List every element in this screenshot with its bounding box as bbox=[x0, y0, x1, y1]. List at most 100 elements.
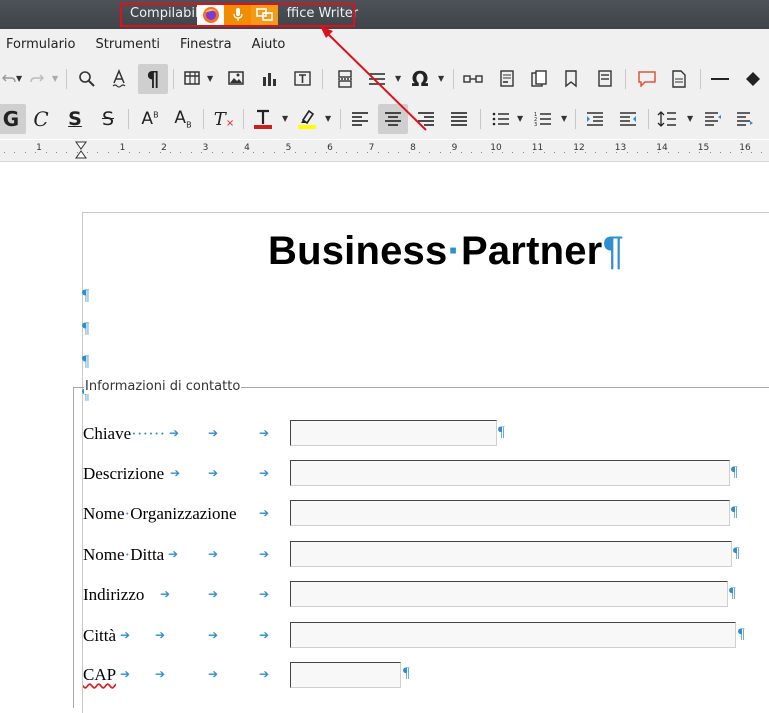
font-color-dropdown-icon[interactable]: ▼ bbox=[282, 114, 288, 123]
citta-input[interactable] bbox=[290, 622, 736, 648]
ruler-tick bbox=[170, 152, 171, 153]
ruler-tick bbox=[232, 152, 233, 153]
formatting-toolbar: G C S S AB AB T × ▼ ▼ ▼ 123 ▼ ▼ bbox=[0, 99, 769, 139]
toolbar-separator bbox=[575, 109, 576, 129]
field-label-indirizzo: Indirizzo bbox=[83, 585, 145, 604]
field-label-chiave: Chiave······ bbox=[83, 424, 166, 443]
title-space-mark: · bbox=[447, 229, 461, 273]
tab-mark: ➔ bbox=[208, 547, 219, 561]
ruler-tick bbox=[284, 152, 285, 153]
insert-field-dropdown-icon[interactable]: ▼ bbox=[395, 74, 401, 83]
insert-comment-icon[interactable] bbox=[632, 64, 662, 94]
field-label-cap: CAP bbox=[83, 665, 117, 684]
tab-mark: ➔ bbox=[259, 466, 270, 480]
decrease-indent-icon[interactable] bbox=[613, 104, 643, 134]
ruler-number: 3 bbox=[202, 143, 209, 153]
ruler-tick bbox=[35, 152, 36, 153]
insert-table-icon[interactable] bbox=[178, 64, 208, 94]
empty-paragraph-mark[interactable]: ¶ bbox=[82, 320, 89, 338]
annotation-highlight-box bbox=[120, 3, 355, 27]
justify-icon[interactable] bbox=[444, 104, 474, 134]
nome-organizzazione-input[interactable] bbox=[290, 500, 730, 526]
menu-aiuto[interactable]: Aiuto bbox=[242, 37, 296, 52]
special-character-dropdown-icon[interactable]: ▼ bbox=[438, 74, 444, 83]
ruler-tick bbox=[689, 152, 690, 153]
title-word-partner: Partner bbox=[460, 229, 603, 273]
underline-icon[interactable]: S bbox=[60, 104, 90, 134]
ruler-tick bbox=[471, 152, 472, 153]
highlighting-color-icon[interactable] bbox=[292, 104, 322, 134]
align-center-icon[interactable] bbox=[378, 104, 408, 134]
ruler-tick bbox=[585, 152, 586, 153]
find-replace-icon[interactable] bbox=[72, 64, 102, 94]
highlighting-dropdown-icon[interactable]: ▼ bbox=[325, 114, 331, 123]
ruler-tick bbox=[4, 152, 5, 153]
menu-finestra[interactable]: Finestra bbox=[170, 37, 242, 52]
menu-formulario[interactable]: Formulario bbox=[0, 37, 85, 52]
increase-paragraph-spacing-icon[interactable] bbox=[698, 104, 728, 134]
empty-paragraph-mark[interactable]: ¶ bbox=[82, 353, 89, 371]
insert-endnote-icon[interactable] bbox=[524, 64, 554, 94]
menu-strumenti[interactable]: Strumenti bbox=[85, 37, 170, 52]
insert-line-icon[interactable] bbox=[705, 64, 735, 94]
ruler-tick bbox=[409, 152, 410, 153]
redo-icon[interactable] bbox=[22, 64, 52, 94]
font-color-icon[interactable] bbox=[248, 104, 278, 134]
groupbox-label: Informazioni di contatto bbox=[84, 379, 242, 394]
unordered-list-icon[interactable] bbox=[486, 104, 516, 134]
formatting-marks-icon[interactable]: ¶ bbox=[138, 64, 168, 94]
ruler-tick bbox=[658, 152, 659, 153]
ruler-tick bbox=[668, 152, 669, 153]
insert-cross-reference-icon[interactable] bbox=[590, 64, 620, 94]
insert-chart-icon[interactable] bbox=[255, 64, 285, 94]
horizontal-ruler[interactable]: 1 1 2 3 4 5 6 7 8 9 10 11 12 13 14 15 16 bbox=[0, 140, 769, 162]
chiave-input[interactable] bbox=[290, 420, 497, 446]
special-character-icon[interactable]: Ω bbox=[405, 64, 435, 94]
ruler-tick bbox=[315, 152, 316, 153]
descrizione-input[interactable] bbox=[290, 460, 730, 486]
line-spacing-icon[interactable] bbox=[652, 104, 682, 134]
clear-formatting-icon[interactable]: T × bbox=[209, 104, 239, 134]
ordered-list-dropdown-icon[interactable]: ▼ bbox=[561, 114, 567, 123]
insert-table-dropdown-icon[interactable]: ▼ bbox=[207, 74, 213, 83]
track-changes-icon[interactable] bbox=[664, 64, 694, 94]
nome-ditta-input[interactable] bbox=[290, 541, 732, 567]
ruler-tick bbox=[87, 152, 88, 153]
cap-input[interactable] bbox=[290, 662, 401, 688]
tab-mark: ➔ bbox=[170, 466, 181, 480]
insert-hyperlink-icon[interactable] bbox=[458, 64, 488, 94]
bold-icon[interactable]: G bbox=[0, 104, 26, 134]
insert-footnote-icon[interactable] bbox=[492, 64, 522, 94]
ruler-tick bbox=[595, 152, 596, 153]
italic-icon[interactable]: C bbox=[26, 104, 56, 134]
spelling-icon[interactable] bbox=[105, 64, 135, 94]
ruler-tick bbox=[730, 152, 731, 153]
line-spacing-dropdown-icon[interactable]: ▼ bbox=[687, 114, 693, 123]
empty-paragraph-mark[interactable]: ¶ bbox=[82, 287, 89, 305]
unordered-list-dropdown-icon[interactable]: ▼ bbox=[517, 114, 523, 123]
align-right-icon[interactable] bbox=[411, 104, 441, 134]
redo-dropdown-icon[interactable]: ▼ bbox=[52, 74, 58, 83]
superscript-icon[interactable]: AB bbox=[135, 104, 165, 134]
ruler-tick bbox=[108, 152, 109, 153]
align-left-icon[interactable] bbox=[345, 104, 375, 134]
insert-image-icon[interactable] bbox=[222, 64, 252, 94]
ruler-tick bbox=[149, 152, 150, 153]
insert-textbox-icon[interactable] bbox=[288, 64, 318, 94]
strikethrough-icon[interactable]: S bbox=[93, 104, 123, 134]
insert-page-break-icon[interactable] bbox=[330, 64, 360, 94]
ruler-tick bbox=[160, 152, 161, 153]
toolbar-separator bbox=[66, 69, 67, 89]
ruler-tick bbox=[263, 152, 264, 153]
insert-bookmark-icon[interactable] bbox=[556, 64, 586, 94]
subscript-icon[interactable]: AB bbox=[168, 104, 198, 134]
increase-indent-icon[interactable] bbox=[580, 104, 610, 134]
decrease-paragraph-spacing-icon[interactable] bbox=[730, 104, 760, 134]
first-line-indent-marker[interactable] bbox=[75, 141, 87, 159]
document-title[interactable]: Business·Partner¶ bbox=[268, 229, 624, 274]
toolbar-separator bbox=[625, 69, 626, 89]
indirizzo-input[interactable] bbox=[290, 581, 728, 607]
ordered-list-icon[interactable]: 123 bbox=[528, 104, 558, 134]
basic-shapes-icon[interactable] bbox=[738, 64, 768, 94]
insert-field-icon[interactable] bbox=[362, 64, 392, 94]
